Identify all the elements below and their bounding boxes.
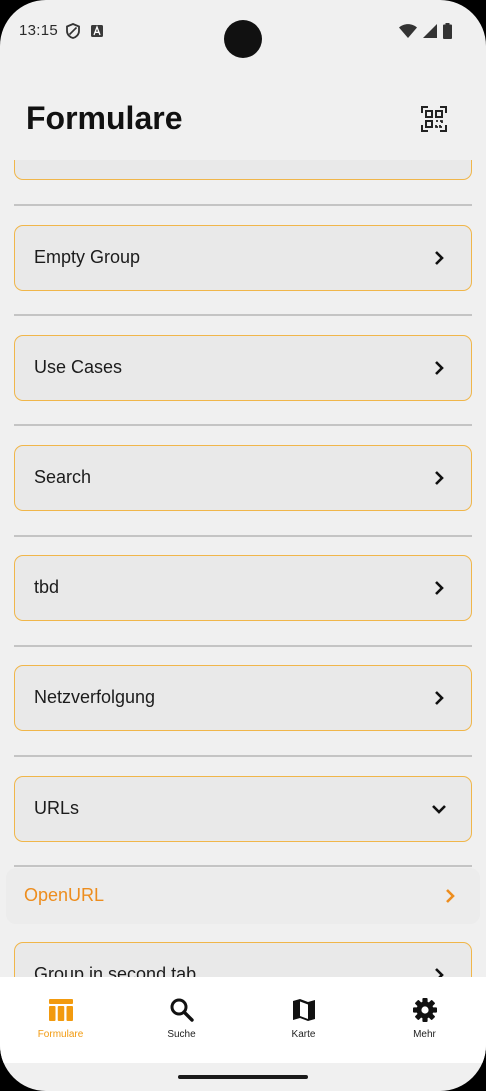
page-title: Formulare	[26, 100, 183, 136]
list-item-search[interactable]: Search	[14, 445, 472, 511]
forms-icon	[48, 999, 73, 1021]
qr-code-icon	[421, 105, 447, 137]
divider	[14, 535, 472, 537]
chevron-down-icon	[432, 805, 446, 814]
nav-label: Formulare	[37, 1029, 84, 1040]
wifi-icon	[399, 24, 417, 43]
chevron-right-icon	[435, 691, 444, 705]
list-item-card-partial[interactable]	[14, 160, 472, 180]
chevron-right-icon	[435, 251, 444, 265]
list-item-label: Use Cases	[34, 357, 123, 377]
nav-label: Suche	[167, 1029, 196, 1040]
list-item-use-cases[interactable]: Use Cases	[14, 335, 472, 401]
list-item-tbd[interactable]: tbd	[14, 555, 472, 621]
list-item-netzverfolgung[interactable]: Netzverfolgung	[14, 665, 472, 731]
chevron-right-icon	[435, 471, 444, 485]
divider	[14, 204, 472, 206]
list-item-label: URLs	[34, 798, 80, 818]
status-bar: 13:15	[0, 0, 486, 64]
qr-scan-button[interactable]	[418, 105, 450, 137]
list-item-openurl[interactable]: OpenURL	[6, 868, 480, 924]
nav-item-mehr[interactable]: Mehr	[364, 977, 485, 1063]
nav-item-suche[interactable]: Suche	[121, 977, 242, 1063]
list-item-label: Netzverfolgung	[34, 687, 156, 707]
nav-item-formulare[interactable]: Formulare	[0, 977, 121, 1063]
list-item-label: Search	[34, 467, 92, 487]
chevron-right-icon	[435, 581, 444, 595]
list-item-label: tbd	[34, 577, 60, 597]
battery-icon	[443, 23, 452, 44]
status-time: 13:15	[19, 22, 59, 39]
map-icon	[292, 999, 315, 1021]
chevron-right-icon	[435, 361, 444, 375]
list-item-group-in-second-tab[interactable]: Group in second tab	[14, 942, 472, 978]
divider	[14, 865, 472, 867]
list-item-link-label: OpenURL	[24, 885, 105, 905]
list-item-label: Empty Group	[34, 247, 141, 267]
divider	[14, 645, 472, 647]
list-item-label: Group in second tab	[34, 964, 197, 978]
chevron-right-icon	[446, 889, 455, 903]
divider	[14, 424, 472, 426]
shield-icon	[66, 23, 80, 44]
divider	[14, 314, 472, 316]
nav-label: Karte	[291, 1029, 316, 1040]
nav-label: Mehr	[413, 1029, 436, 1040]
search-icon	[170, 998, 194, 1022]
list-item-urls[interactable]: URLs	[14, 776, 472, 842]
home-indicator[interactable]	[178, 1075, 308, 1079]
signal-icon	[423, 24, 437, 43]
nav-item-karte[interactable]: Karte	[243, 977, 364, 1063]
bottom-navigation: Formulare Suche Karte Mehr	[0, 977, 486, 1063]
divider	[14, 755, 472, 757]
gear-icon	[412, 998, 437, 1022]
list-item-empty-group[interactable]: Empty Group	[14, 225, 472, 291]
front-camera	[224, 20, 262, 58]
app-screen: 13:15 Formulare Empty Group Use Cases Se…	[0, 0, 486, 1091]
keyboard-a-icon	[90, 24, 104, 43]
forms-list[interactable]: Empty Group Use Cases Search tbd Netzver…	[0, 160, 486, 978]
